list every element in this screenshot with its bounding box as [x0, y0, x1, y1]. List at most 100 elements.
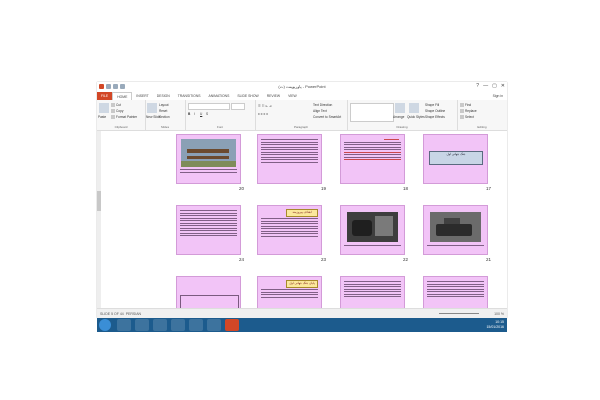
paste-button[interactable]: Paste — [98, 115, 106, 119]
shadow-button[interactable]: S — [206, 112, 208, 116]
align-text-button[interactable]: Align Text — [313, 109, 327, 113]
slide-number-21: 21 — [486, 257, 492, 262]
firefox-taskbar-icon[interactable] — [171, 319, 185, 331]
drawing-group: Arrange Quick Styles Shape Fill Shape Ou… — [347, 100, 458, 130]
slide-thumbnail-21[interactable] — [423, 205, 488, 255]
clock-date: 15/01/2016 — [486, 325, 504, 329]
tab-transitions[interactable]: TRANSITIONS — [174, 92, 205, 100]
slide-27-title: پایان جنگ جهانی اول — [286, 280, 318, 288]
zoom-slider[interactable] — [439, 313, 479, 314]
quick-styles-icon[interactable] — [409, 103, 419, 113]
tank-photo — [430, 212, 481, 242]
zoom-level[interactable]: 100 % — [494, 312, 504, 316]
slide-thumbnail-22[interactable] — [340, 205, 405, 255]
slide-17-title: جنگ جهانی اول — [429, 151, 483, 165]
bullets-icon[interactable]: ☰ ☷ ⇤ ⇥ — [258, 104, 272, 108]
text-direction-button[interactable]: Text Direction — [313, 103, 332, 107]
slide-number-22: 22 — [403, 257, 409, 262]
scissors-icon — [111, 103, 115, 108]
replace-button[interactable]: Replace — [460, 109, 477, 114]
shape-effects-button[interactable]: Shape Effects — [425, 115, 445, 119]
binoculars-icon — [460, 103, 464, 108]
tab-insert[interactable]: INSERT — [132, 92, 152, 100]
tab-slide-show[interactable]: SLIDE SHOW — [233, 92, 262, 100]
tab-file[interactable]: FILE — [97, 92, 113, 100]
slide-thumbnail-26[interactable] — [340, 276, 405, 310]
font-name-box[interactable] — [188, 103, 230, 110]
slide-counter: SLIDE 5 OF 44 PERSIAN — [100, 312, 142, 316]
clipboard-group: Paste Cut Copy Format Painter Clipboard — [97, 100, 146, 130]
ie-taskbar-icon[interactable] — [117, 319, 131, 331]
slides-label: Slides — [160, 125, 170, 129]
replace-icon — [460, 109, 464, 114]
convert-smartart-button[interactable]: Convert to SmartArt — [313, 115, 341, 119]
layout-button[interactable]: Layout — [159, 103, 169, 107]
copy-icon — [111, 109, 115, 114]
clipboard-label: Clipboard — [114, 125, 128, 129]
media-taskbar-icon[interactable] — [189, 319, 203, 331]
powerpoint-taskbar-icon[interactable] — [225, 319, 239, 331]
copy-button[interactable]: Copy — [111, 109, 123, 114]
tab-design[interactable]: DESIGN — [153, 92, 174, 100]
editing-group: Find Replace Select Editing — [457, 100, 507, 130]
slides-group: New Slide Layout Reset Section Slides — [145, 100, 186, 130]
ribbon: Paste Cut Copy Format Painter Clipboard … — [97, 100, 507, 131]
title-bar: (ت) پاورپوینت - PowerPoint ? — ▢ ✕ — [97, 82, 507, 92]
italic-button[interactable]: I — [194, 112, 195, 116]
slide-thumbnail-23[interactable]: اهداف پیروزمند — [257, 205, 322, 255]
cut-button[interactable]: Cut — [111, 103, 121, 108]
find-button[interactable]: Find — [460, 103, 471, 108]
maximize-button[interactable]: ▢ — [492, 83, 497, 89]
shape-fill-button[interactable]: Shape Fill — [425, 103, 439, 107]
slide-thumbnail-18[interactable] — [340, 134, 405, 184]
help-button[interactable]: ? — [476, 83, 479, 89]
format-painter-button[interactable]: Format Painter — [111, 115, 137, 120]
arrange-icon[interactable] — [395, 103, 405, 113]
powerpoint-window: (ت) پاورپوینت - PowerPoint ? — ▢ ✕ FILE … — [97, 82, 507, 318]
folder-taskbar-icon[interactable] — [135, 319, 149, 331]
shapes-gallery[interactable] — [350, 103, 394, 122]
photos-taskbar-icon[interactable] — [207, 319, 221, 331]
underline-button[interactable]: U — [200, 112, 202, 116]
sign-in-link[interactable]: Sign in — [489, 92, 507, 100]
slide-thumbnail-27[interactable]: پایان جنگ جهانی اول — [257, 276, 322, 310]
system-tray[interactable]: 10:15 15/01/2016 — [486, 320, 504, 330]
scroll-thumb[interactable] — [97, 191, 101, 211]
slide-number-19: 19 — [321, 186, 327, 191]
slide-thumbnail-19[interactable] — [257, 134, 322, 184]
section-button[interactable]: Section — [159, 115, 170, 119]
vertical-scrollbar[interactable] — [97, 131, 101, 308]
start-button[interactable] — [99, 319, 111, 331]
arrange-button[interactable]: Arrange — [393, 115, 404, 119]
tab-animations[interactable]: ANIMATIONS — [205, 92, 234, 100]
slide-thumbnail-28[interactable] — [176, 276, 241, 310]
slide-number-23: 23 — [321, 257, 327, 262]
brush-icon — [111, 115, 115, 120]
new-slide-icon[interactable] — [147, 103, 157, 113]
shape-outline-button[interactable]: Shape Outline — [425, 109, 445, 113]
bold-button[interactable]: B — [188, 112, 190, 116]
paste-icon[interactable] — [99, 103, 109, 113]
minimize-button[interactable]: — — [483, 83, 488, 89]
editing-label: Editing — [477, 125, 487, 129]
slide-number-17: 17 — [486, 186, 492, 191]
slide-thumbnail-24[interactable] — [176, 205, 241, 255]
drawing-label: Drawing — [396, 125, 408, 129]
slide-thumbnail-20[interactable] — [176, 134, 241, 184]
slide-number-24: 24 — [239, 257, 245, 262]
align-icon[interactable]: ≡ ≡ ≡ ≡ — [258, 112, 268, 116]
quick-styles-button[interactable]: Quick Styles — [407, 115, 425, 119]
paragraph-group: Text Direction Align Text Convert to Sma… — [255, 100, 348, 130]
select-button[interactable]: Select — [460, 115, 474, 120]
tab-view[interactable]: VIEW — [284, 92, 301, 100]
tab-home[interactable]: HOME — [112, 92, 133, 100]
close-button[interactable]: ✕ — [501, 83, 505, 89]
tab-review[interactable]: REVIEW — [263, 92, 284, 100]
slide-thumbnail-25[interactable] — [423, 276, 488, 310]
biplane-photo — [181, 139, 236, 167]
font-group: B I U S Font — [185, 100, 256, 130]
font-size-box[interactable] — [231, 103, 245, 110]
reset-button[interactable]: Reset — [159, 109, 167, 113]
chrome-taskbar-icon[interactable] — [153, 319, 167, 331]
slide-thumbnail-17[interactable]: جنگ جهانی اول — [423, 134, 488, 184]
